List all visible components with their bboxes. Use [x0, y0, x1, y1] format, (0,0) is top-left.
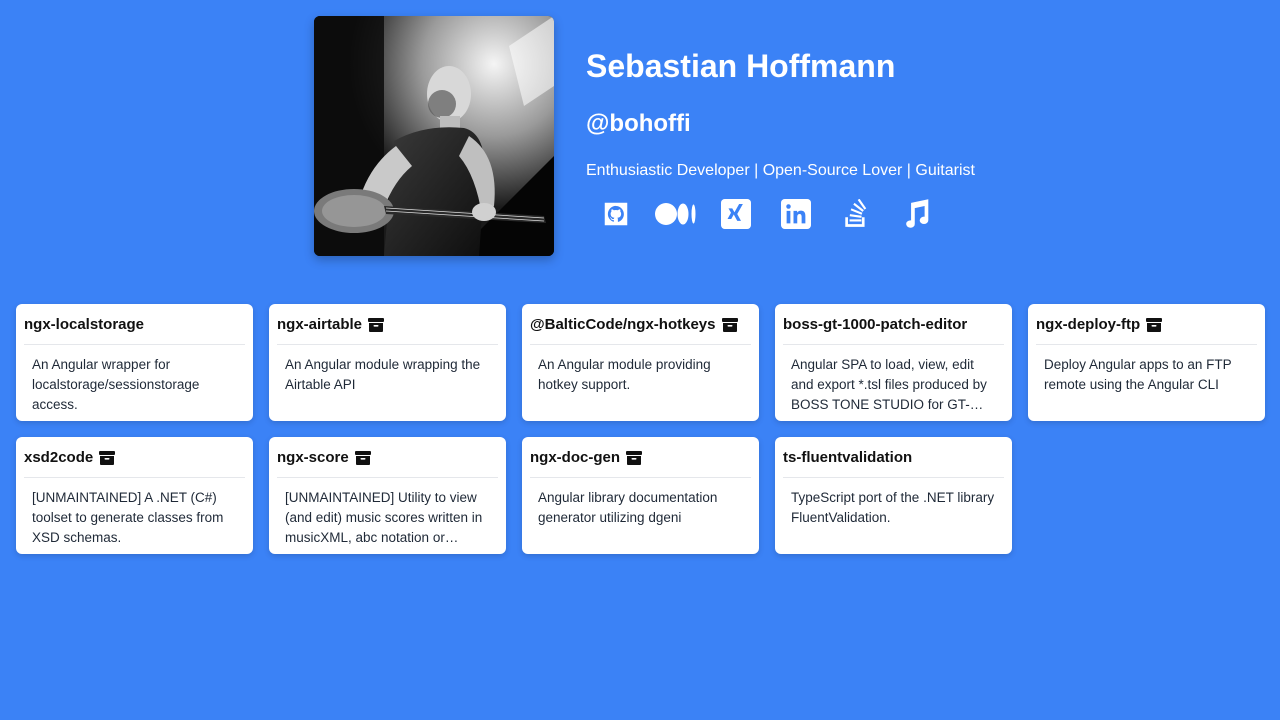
project-description: [UNMAINTAINED] Utility to view (and edit…: [285, 490, 483, 545]
project-title: ngx-deploy-ftp: [1036, 314, 1257, 345]
profile-header: Sebastian Hoffmann @bohoffi Enthusiastic…: [314, 16, 1014, 256]
project-title: @BalticCode/ngx-hotkeys: [530, 314, 751, 345]
project-description: Deploy Angular apps to an FTP remote usi…: [1044, 357, 1232, 392]
project-card[interactable]: ngx-score [UNMAINTAINED] Utility to view …: [269, 437, 506, 554]
project-name: ts-fluentvalidation: [783, 449, 913, 466]
project-card[interactable]: ngx-doc-gen Angular library documentation…: [522, 437, 759, 554]
profile-handle: @bohoffi: [586, 110, 691, 137]
project-card[interactable]: ngx-deploy-ftp Deploy Angular apps to an …: [1028, 304, 1265, 421]
project-description: An Angular module providing hotkey suppo…: [538, 357, 711, 392]
medium-icon: [655, 203, 696, 225]
project-description: An Angular module wrapping the Airtable …: [285, 357, 481, 392]
medium-link[interactable]: [646, 194, 706, 234]
archive-icon: [368, 318, 385, 332]
project-name: ngx-localstorage: [24, 316, 145, 333]
project-list: ngx-localstorage An Angular wrapper for l…: [16, 304, 1265, 554]
profile-name: Sebastian Hoffmann: [586, 48, 896, 84]
project-name: ngx-doc-gen: [530, 449, 620, 466]
project-title: xsd2code: [24, 447, 245, 478]
linkedin-link[interactable]: [766, 194, 826, 234]
music-link[interactable]: [886, 194, 946, 234]
project-description: [UNMAINTAINED] A .NET (C#) toolset to ge…: [32, 490, 224, 545]
social-links: [586, 194, 946, 234]
project-title: ngx-score: [277, 447, 498, 478]
archive-icon: [354, 451, 371, 465]
xing-link[interactable]: [706, 194, 766, 234]
archive-icon: [1146, 318, 1163, 332]
project-name: xsd2code: [24, 449, 94, 466]
profile-tagline: Enthusiastic Developer | Open-Source Lov…: [586, 162, 975, 179]
stackoverflow-icon: [845, 199, 867, 227]
project-name: ngx-airtable: [277, 316, 363, 333]
archive-icon: [99, 451, 116, 465]
project-description: Angular SPA to load, view, edit and expo…: [791, 357, 987, 412]
project-card[interactable]: ts-fluentvalidation TypeScript port of th…: [775, 437, 1012, 554]
github-link[interactable]: [586, 194, 646, 234]
archive-icon: [626, 451, 642, 465]
github-icon: [604, 202, 628, 226]
project-card[interactable]: boss-gt-1000-patch-editor Angular SPA to …: [775, 304, 1012, 421]
project-description: Angular library documentation generator …: [538, 490, 718, 525]
project-title: ts-fluentvalidation: [783, 447, 1004, 478]
project-title: ngx-airtable: [277, 314, 498, 345]
avatar: [314, 16, 554, 256]
project-card[interactable]: ngx-localstorage An Angular wrapper for l…: [16, 304, 253, 421]
project-name: @BalticCode/ngx-hotkeys: [530, 316, 716, 333]
project-name: ngx-score: [277, 449, 349, 466]
archive-icon: [721, 318, 738, 332]
music-icon: [906, 199, 929, 228]
project-title: boss-gt-1000-patch-editor: [783, 314, 1004, 345]
linkedin-icon: [781, 199, 811, 229]
project-card[interactable]: xsd2code [UNMAINTAINED] A .NET (C#) tools…: [16, 437, 253, 554]
project-name: boss-gt-1000-patch-editor: [783, 316, 968, 333]
project-card[interactable]: ngx-airtable An Angular module wrapping t…: [269, 304, 506, 421]
project-description: An Angular wrapper for localstorage/sess…: [32, 357, 200, 412]
project-title: ngx-localstorage: [24, 314, 245, 345]
guitarist-photo: [314, 16, 554, 256]
project-description: TypeScript port of the .NET library Flue…: [791, 490, 995, 525]
project-name: ngx-deploy-ftp: [1036, 316, 1141, 333]
xing-icon: [721, 199, 751, 229]
project-title: ngx-doc-gen: [530, 447, 751, 478]
project-card[interactable]: @BalticCode/ngx-hotkeys An Angular module…: [522, 304, 759, 421]
stackoverflow-link[interactable]: [826, 194, 886, 234]
